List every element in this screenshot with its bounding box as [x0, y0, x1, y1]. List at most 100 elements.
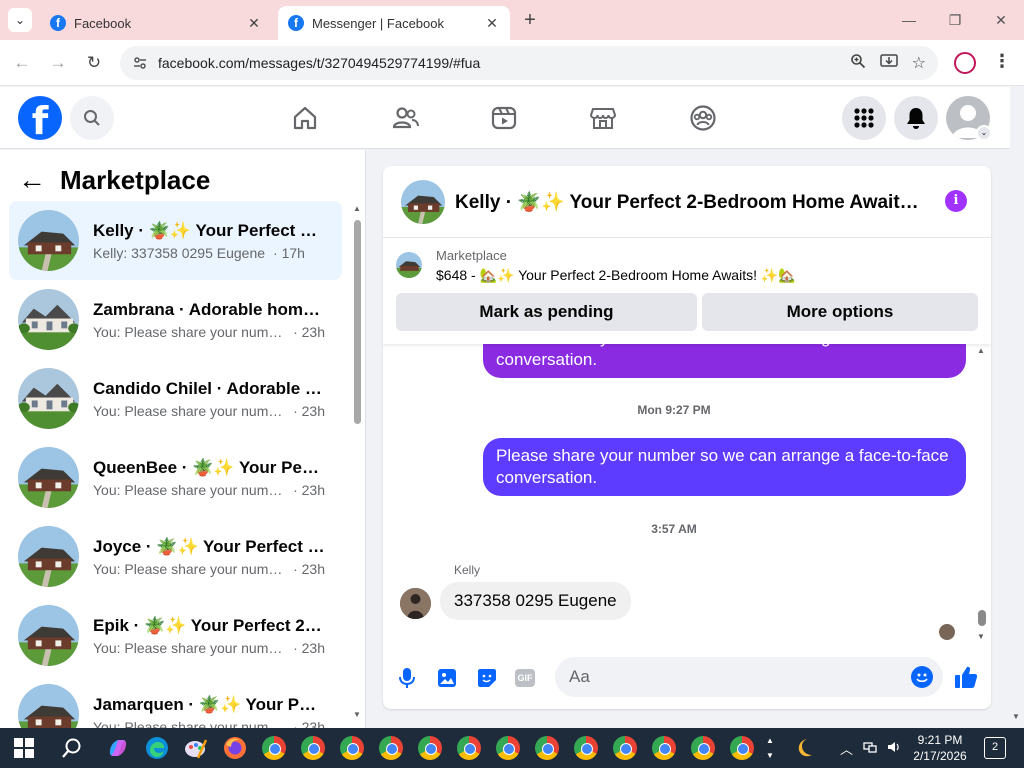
browser-profile-icon[interactable] — [954, 52, 976, 74]
conversation-thumbnail — [18, 605, 79, 666]
chat-title[interactable]: Kelly · 🪴✨ Your Perfect 2-Bedroom Home A… — [455, 190, 925, 214]
moon-weather-icon[interactable] — [790, 734, 818, 762]
chrome-icon[interactable] — [416, 734, 444, 762]
tab-search-button[interactable]: ⌄ — [8, 8, 32, 32]
close-tab-icon[interactable]: ✕ — [246, 15, 262, 32]
tab-messenger[interactable]: f Messenger | Facebook ✕ — [278, 6, 510, 40]
notifications-button[interactable] — [894, 96, 938, 140]
page-scroll-down-icon[interactable]: ▼ — [1012, 712, 1020, 721]
conversation-item[interactable]: Candido Chilel · Adorable home with a sp… — [9, 359, 342, 438]
groups-nav-icon[interactable] — [686, 101, 720, 135]
list-scrollbar[interactable]: ▲ ▼ — [352, 204, 362, 722]
back-arrow-icon[interactable]: ← — [18, 166, 46, 194]
reload-icon[interactable]: ↻ — [81, 50, 107, 76]
facebook-search-button[interactable] — [70, 96, 114, 140]
taskbar-clock[interactable]: 9:21 PM 2/17/2026 — [912, 732, 968, 764]
outgoing-message[interactable]: Please share your number so we can arran… — [483, 438, 966, 496]
copilot-icon[interactable] — [104, 734, 132, 762]
scroll-up-icon[interactable]: ▲ — [353, 204, 361, 213]
notification-center-icon[interactable]: 2 — [984, 737, 1006, 759]
seen-avatar — [939, 624, 955, 640]
minimize-icon[interactable]: — — [894, 8, 924, 32]
facebook-favicon-icon: f — [288, 15, 304, 31]
incoming-message[interactable]: 337358 0295 Eugene — [440, 582, 631, 620]
close-window-icon[interactable]: ✕ — [986, 8, 1016, 32]
account-chevron-down-icon[interactable]: ⌄ — [976, 125, 992, 141]
menu-grid-button[interactable] — [842, 96, 886, 140]
more-options-button[interactable]: More options — [702, 293, 978, 331]
message-composer: GIF — [383, 656, 991, 700]
show-hidden-icons-icon[interactable]: ︿ — [840, 739, 853, 758]
photo-icon[interactable] — [435, 666, 459, 690]
listing-thumbnail[interactable] — [396, 252, 422, 278]
timestamp: Mon 9:27 PM — [637, 403, 711, 417]
scroll-down-icon[interactable]: ▼ — [977, 632, 985, 641]
volume-icon[interactable] — [887, 740, 901, 757]
chrome-icon[interactable] — [650, 734, 678, 762]
bookmark-star-icon[interactable]: ☆ — [912, 53, 926, 74]
message-input[interactable] — [555, 657, 943, 697]
conversation-item[interactable]: Zambrana · Adorable home with a spacious… — [9, 280, 342, 359]
edge-icon[interactable] — [143, 734, 171, 762]
conversation-snippet: You: Please share your number so we can … — [93, 560, 286, 577]
chrome-icon[interactable] — [455, 734, 483, 762]
chrome-icon[interactable] — [572, 734, 600, 762]
scrollbar-thumb[interactable] — [978, 610, 986, 626]
home-nav-icon[interactable] — [288, 101, 322, 135]
chat-house-avatar[interactable] — [401, 179, 445, 224]
microphone-icon[interactable] — [395, 666, 419, 690]
site-info-icon[interactable] — [132, 55, 148, 71]
conversation-item[interactable]: Epik · 🪴✨ Your Perfect 2-Bedroom Home Aw… — [9, 596, 342, 675]
conversation-preview: You: Please share your number so we can … — [93, 324, 325, 340]
chrome-icon[interactable] — [299, 734, 327, 762]
firefox-icon[interactable] — [221, 734, 249, 762]
mark-as-pending-button[interactable]: Mark as pending — [396, 293, 697, 331]
sticker-icon[interactable] — [475, 666, 499, 690]
chrome-icon[interactable] — [611, 734, 639, 762]
conversation-item[interactable]: Jamarquen · 🪴✨ Your Perfect 2-Bedroom Ho… — [9, 675, 342, 728]
chrome-icon[interactable] — [377, 734, 405, 762]
scroll-down-icon[interactable]: ▼ — [353, 710, 361, 719]
windows-start-icon[interactable] — [10, 734, 38, 762]
tab-facebook[interactable]: f Facebook ✕ — [40, 6, 272, 40]
chrome-icon[interactable] — [494, 734, 522, 762]
taskbar-overflow-icon[interactable]: ▲ ▼ — [764, 728, 776, 768]
chat-scrollbar[interactable]: ▲ ▼ — [977, 344, 987, 644]
chrome-icon[interactable] — [533, 734, 561, 762]
scroll-up-icon[interactable]: ▲ — [977, 346, 985, 355]
search-icon[interactable] — [58, 734, 86, 762]
chrome-icon[interactable] — [260, 734, 288, 762]
conversation-preview: Kelly: 337358 0295 Eugene · 17h — [93, 245, 325, 261]
zoom-icon[interactable] — [850, 53, 866, 74]
listing-description[interactable]: $648 - 🏡✨ Your Perfect 2-Bedroom Home Aw… — [436, 267, 796, 284]
conversation-item[interactable]: Kelly · 🪴✨ Your Perfect 2-Bedroom Home A… — [9, 201, 342, 280]
marketplace-nav-icon[interactable] — [586, 101, 620, 135]
url-bar[interactable]: facebook.com/messages/t/3270494529774199… — [120, 46, 938, 80]
close-tab-icon[interactable]: ✕ — [484, 15, 500, 32]
back-icon[interactable]: ← — [9, 50, 35, 76]
chrome-icon[interactable] — [689, 734, 717, 762]
like-thumbs-up-icon[interactable] — [953, 664, 979, 690]
scrollbar-thumb[interactable] — [354, 220, 361, 424]
conversation-item[interactable]: Joyce · 🪴✨ Your Perfect 2-Bedroom Home A… — [9, 517, 342, 596]
emoji-icon[interactable] — [911, 666, 933, 688]
conversation-item[interactable]: QueenBee · 🪴✨ Your Perfect 2-Bedroom Hom… — [9, 438, 342, 517]
chrome-icon[interactable] — [728, 734, 756, 762]
new-tab-button[interactable]: + — [518, 9, 542, 33]
restore-icon[interactable]: ❐ — [940, 8, 970, 32]
sender-avatar[interactable] — [400, 588, 431, 619]
chrome-icon[interactable] — [338, 734, 366, 762]
forward-icon[interactable]: → — [45, 50, 71, 76]
network-icon[interactable] — [863, 740, 877, 757]
paint-icon[interactable] — [182, 734, 210, 762]
install-app-icon[interactable] — [879, 53, 898, 74]
list-title: Marketplace — [60, 164, 211, 195]
gif-icon[interactable]: GIF — [513, 666, 537, 690]
outgoing-message[interactable]: Please share your number so we can arran… — [483, 344, 966, 378]
browser-menu-icon[interactable]: ⋮ — [992, 51, 1012, 75]
video-nav-icon[interactable] — [487, 101, 521, 135]
facebook-logo-icon[interactable]: f — [18, 96, 62, 140]
info-icon[interactable]: i — [945, 190, 967, 212]
conversation-thumbnail — [18, 526, 79, 587]
friends-nav-icon[interactable] — [388, 101, 422, 135]
